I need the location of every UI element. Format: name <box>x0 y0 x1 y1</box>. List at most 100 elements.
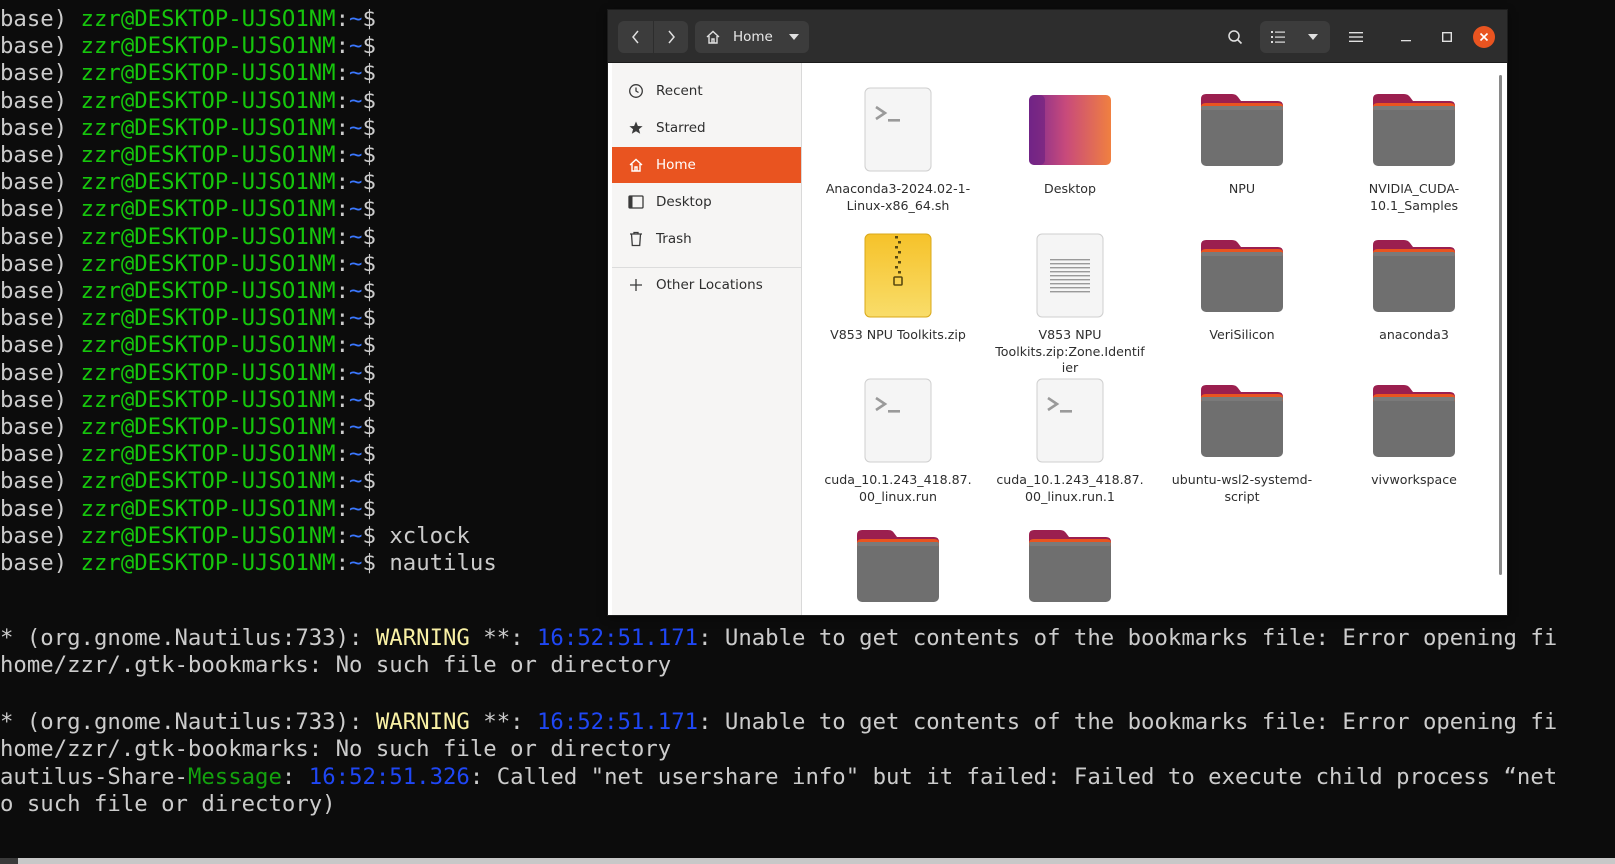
file-name: cuda_10.1.243_418.87.00_linux.run.1 <box>996 472 1144 504</box>
file-name: NVIDIA_CUDA-10.1_Samples <box>1368 181 1460 213</box>
prompt-user-host: zzr@DESKTOP-UJSO1NM <box>80 60 336 87</box>
folder-icon <box>1192 225 1292 325</box>
terminal-line: base) zzr@DESKTOP-UJSO1NM:~$ <box>0 195 376 223</box>
prompt-path: ~ <box>349 169 363 196</box>
folder-icon <box>1364 79 1464 179</box>
script-file-icon <box>848 79 948 179</box>
file-name: VeriSilicon <box>1209 327 1275 342</box>
terminal-line: base) zzr@DESKTOP-UJSO1NM:~$ <box>0 5 376 33</box>
folder-icon <box>1364 370 1464 470</box>
folder-icon <box>1020 515 1120 615</box>
sidebar-item-trash[interactable]: Trash <box>612 221 801 257</box>
prompt-prefix: base) <box>0 223 81 250</box>
warning-line: * (org.gnome.Nautilus:733): WARNING **: … <box>0 708 1557 736</box>
prompt-separator: : <box>335 250 350 277</box>
menu-button[interactable] <box>1339 21 1373 53</box>
sidebar-item-other-locations[interactable]: Other Locations <box>612 267 801 303</box>
chevron-left-icon <box>631 30 639 44</box>
zip-file-icon <box>848 225 948 325</box>
prompt-separator: : <box>335 522 350 549</box>
file-item[interactable]: anaconda3 <box>1339 225 1489 344</box>
list-view-button[interactable] <box>1260 21 1295 53</box>
prompt-user-host: zzr@DESKTOP-UJSO1NM <box>80 522 336 549</box>
prompt-user-host: zzr@DESKTOP-UJSO1NM <box>80 33 336 60</box>
search-button[interactable] <box>1218 21 1252 53</box>
scrollbar[interactable] <box>1499 75 1502 575</box>
prompt-user-host: zzr@DESKTOP-UJSO1NM <box>80 495 336 522</box>
file-item[interactable] <box>823 515 973 615</box>
prompt-dollar: $ <box>362 522 376 549</box>
prompt-prefix: base) <box>0 142 81 168</box>
file-item[interactable]: NPU <box>1167 79 1317 198</box>
file-item[interactable]: V853 NPU Toolkits.zip:Zone.Identifier <box>995 225 1145 377</box>
hamburger-menu-icon <box>1349 32 1363 42</box>
sidebar-item-starred[interactable]: Starred <box>612 110 801 146</box>
file-item[interactable]: VeriSilicon <box>1167 225 1317 344</box>
file-item[interactable]: vivworkspace <box>1339 370 1489 489</box>
prompt-prefix: base) <box>0 6 81 32</box>
prompt-path: ~ <box>349 441 363 468</box>
warning-level: WARNING <box>375 709 470 735</box>
file-item[interactable]: cuda_10.1.243_418.87.00_linux.run <box>823 370 973 505</box>
prompt-separator: : <box>335 6 350 32</box>
minimize-button[interactable] <box>1392 21 1420 53</box>
prompt-path: ~ <box>349 142 363 168</box>
path-bar-home[interactable]: Home <box>695 21 809 53</box>
terminal-line: base) zzr@DESKTOP-UJSO1NM:~$ <box>0 467 376 495</box>
terminal-line: base) zzr@DESKTOP-UJSO1NM:~$ <box>0 304 376 332</box>
folder-icon <box>848 515 948 615</box>
dropdown-arrow-icon <box>789 21 799 53</box>
file-item[interactable]: cuda_10.1.243_418.87.00_linux.run.1 <box>995 370 1145 505</box>
prompt-prefix: base) <box>0 60 81 87</box>
warning-continuation: home/zzr/.gtk-bookmarks: No such file or… <box>0 736 672 763</box>
file-item[interactable]: V853 NPU Toolkits.zip <box>823 225 973 344</box>
trash-icon <box>626 231 646 247</box>
file-item[interactable] <box>995 515 1145 615</box>
file-manager-window[interactable]: Home Recent Starred Home Desktop Trash O… <box>608 10 1507 615</box>
maximize-button[interactable] <box>1433 21 1461 53</box>
view-dropdown-button[interactable] <box>1295 21 1330 53</box>
sidebar-item-recent[interactable]: Recent <box>612 73 801 109</box>
prompt-path: ~ <box>349 223 363 250</box>
prompt-user-host: zzr@DESKTOP-UJSO1NM <box>80 278 336 304</box>
file-item[interactable]: Desktop <box>995 79 1145 198</box>
prompt-prefix: base) <box>0 87 81 114</box>
terminal-line: base) zzr@DESKTOP-UJSO1NM:~$ <box>0 59 376 87</box>
plus-icon <box>626 278 646 292</box>
terminal-line: base) zzr@DESKTOP-UJSO1NM:~$ xclock <box>0 522 470 550</box>
terminal-line: base) zzr@DESKTOP-UJSO1NM:~$ <box>0 141 376 169</box>
forward-button[interactable] <box>654 21 688 53</box>
warning-level: WARNING <box>375 625 470 651</box>
prompt-separator: : <box>335 223 350 250</box>
file-view[interactable]: Anaconda3-2024.02-1-Linux-x86_64.sh Deskt… <box>802 63 1507 615</box>
prompt-user-host: zzr@DESKTOP-UJSO1NM <box>80 142 336 168</box>
prompt-path: ~ <box>349 495 363 522</box>
close-button[interactable] <box>1473 26 1495 48</box>
prompt-prefix: base) <box>0 414 81 440</box>
desktop-icon <box>626 195 646 209</box>
prompt-prefix: base) <box>0 522 81 549</box>
file-item[interactable]: Anaconda3-2024.02-1-Linux-x86_64.sh <box>823 79 973 214</box>
prompt-path: ~ <box>349 60 363 87</box>
prompt-user-host: zzr@DESKTOP-UJSO1NM <box>80 223 336 250</box>
prompt-dollar: $ <box>362 278 376 304</box>
prompt-dollar: $ <box>362 468 376 495</box>
prompt-prefix: base) <box>0 250 81 277</box>
prompt-path: ~ <box>349 468 363 495</box>
prompt-separator: : <box>335 142 350 168</box>
prompt-prefix: base) <box>0 114 81 141</box>
file-item[interactable]: NVIDIA_CUDA-10.1_Samples <box>1339 79 1489 214</box>
terminal-line: base) zzr@DESKTOP-UJSO1NM:~$ <box>0 359 376 387</box>
sidebar-item-home[interactable]: Home <box>612 147 801 183</box>
warning-time: 16:52:51.171 <box>536 625 699 651</box>
chevron-right-icon <box>667 30 675 44</box>
home-icon <box>626 157 646 173</box>
sidebar-item-desktop[interactable]: Desktop <box>612 184 801 220</box>
back-button[interactable] <box>619 21 653 53</box>
file-item[interactable]: ubuntu-wsl2-systemd-script <box>1167 370 1317 505</box>
prompt-separator: : <box>335 550 350 576</box>
prompt-dollar: $ <box>362 441 376 468</box>
prompt-user-host: zzr@DESKTOP-UJSO1NM <box>80 250 336 277</box>
prompt-dollar: $ <box>362 359 376 386</box>
prompt-prefix: base) <box>0 305 81 332</box>
